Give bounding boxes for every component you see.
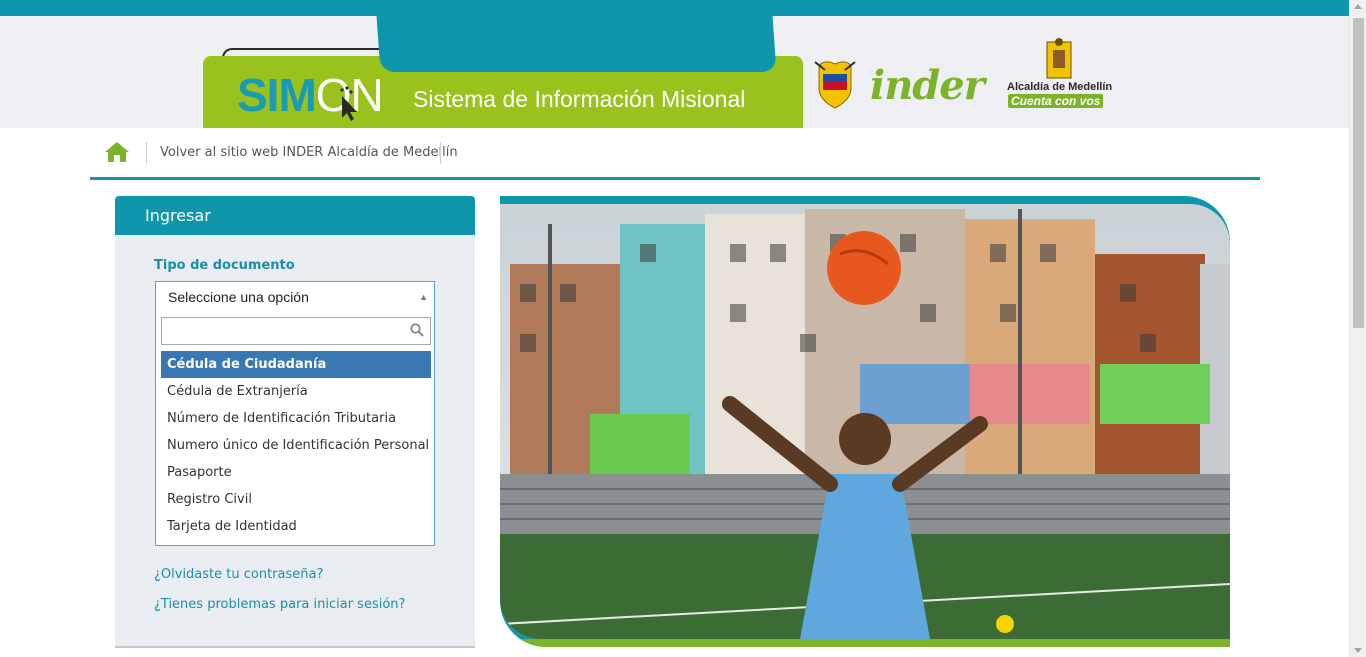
- option-nuip[interactable]: Numero único de Identificación Personal: [161, 432, 431, 459]
- search-icon: [410, 323, 424, 337]
- hero-accent: [500, 639, 1230, 647]
- alcaldia-crest-icon: [1046, 38, 1072, 79]
- scroll-up-icon[interactable]: [1354, 4, 1362, 9]
- option-cedula-extranjeria[interactable]: Cédula de Extranjería: [161, 378, 431, 405]
- site-header: SIMON Sistema de Información Misional in…: [0, 16, 1349, 128]
- simon-logo[interactable]: SIMON: [237, 68, 384, 122]
- login-heading: Ingresar: [115, 196, 475, 235]
- alcaldia-tagline: Cuenta con vos: [1008, 94, 1104, 108]
- back-to-site-link[interactable]: Volver al sitio web INDER Alcaldía de Me…: [160, 145, 458, 160]
- banner-title: Sistema de Información Misional: [413, 86, 746, 112]
- login-panel: Ingresar Tipo de documento Seleccione un…: [115, 196, 475, 648]
- breadcrumb-separator: [146, 142, 147, 164]
- breadcrumb: Volver al sitio web INDER Alcaldía de Me…: [90, 128, 1260, 180]
- hero-image-frame: [500, 196, 1230, 647]
- inder-logo[interactable]: inder: [870, 62, 985, 109]
- dropdown-search-input[interactable]: [162, 318, 402, 344]
- colombia-shield-icon: [814, 61, 856, 109]
- banner-tab: [375, 16, 777, 72]
- scroll-down-icon[interactable]: [1354, 648, 1362, 653]
- breadcrumb-separator: [440, 142, 441, 164]
- logo-sim-text: SIM: [237, 69, 317, 121]
- option-pasaporte[interactable]: Pasaporte: [161, 459, 431, 486]
- option-tarjeta-identidad[interactable]: Tarjeta de Identidad: [161, 513, 431, 540]
- page-scrollbar[interactable]: [1349, 0, 1366, 657]
- doc-type-select[interactable]: Seleccione una opción ▲: [155, 281, 435, 313]
- dropdown-search: [161, 317, 431, 345]
- hero-image: [500, 204, 1230, 639]
- login-problems-link[interactable]: ¿Tienes problemas para iniciar sesión?: [154, 597, 405, 612]
- cursor-icon: [340, 86, 357, 121]
- doc-type-label: Tipo de documento: [154, 258, 295, 273]
- alcaldia-name: Alcaldía de Medellín: [1007, 81, 1113, 93]
- option-cedula-ciudadania[interactable]: Cédula de Ciudadanía: [161, 351, 431, 378]
- scroll-thumb[interactable]: [1353, 18, 1364, 328]
- doc-type-options: Cédula de Ciudadanía Cédula de Extranjer…: [161, 351, 431, 540]
- forgot-password-link[interactable]: ¿Olvidaste tu contraseña?: [154, 567, 323, 582]
- option-nit[interactable]: Número de Identificación Tributaria: [161, 405, 431, 432]
- home-icon[interactable]: [104, 141, 130, 163]
- doc-type-dropdown: Cédula de Ciudadanía Cédula de Extranjer…: [155, 313, 435, 546]
- chevron-up-icon: ▲: [419, 292, 428, 302]
- doc-type-select-value: Seleccione una opción: [168, 289, 309, 305]
- hero-photo-illustration: [500, 204, 1230, 639]
- top-accent-bar: [0, 0, 1349, 16]
- option-registro-civil[interactable]: Registro Civil: [161, 486, 431, 513]
